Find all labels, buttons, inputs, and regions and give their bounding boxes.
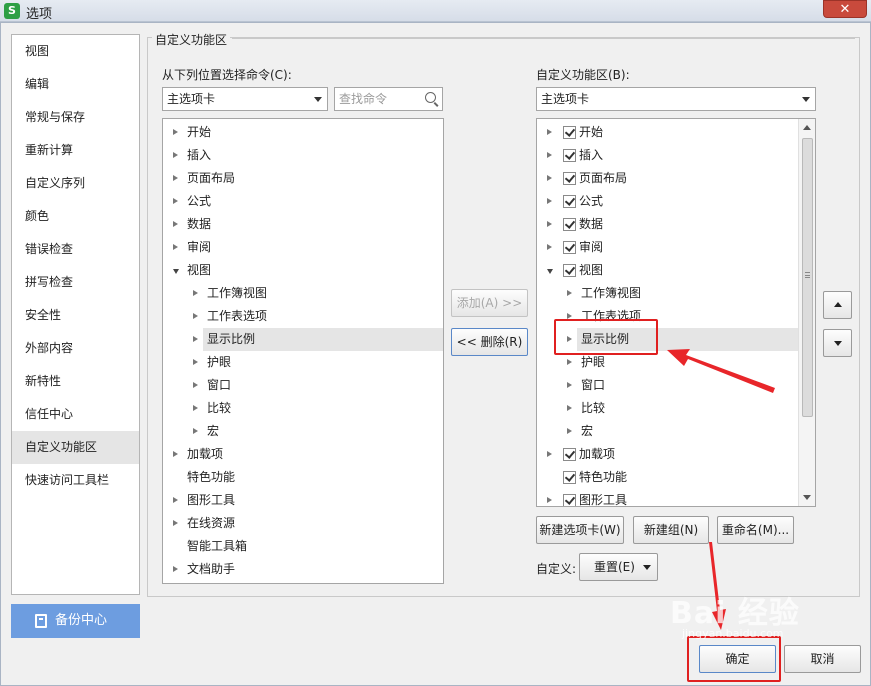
annotation-arrow: [667, 349, 775, 393]
watermark: Bai 经验: [670, 596, 800, 631]
annotation-arrows: [667, 349, 775, 630]
watermark-url: jingyan.baidu.com: [682, 627, 784, 640]
